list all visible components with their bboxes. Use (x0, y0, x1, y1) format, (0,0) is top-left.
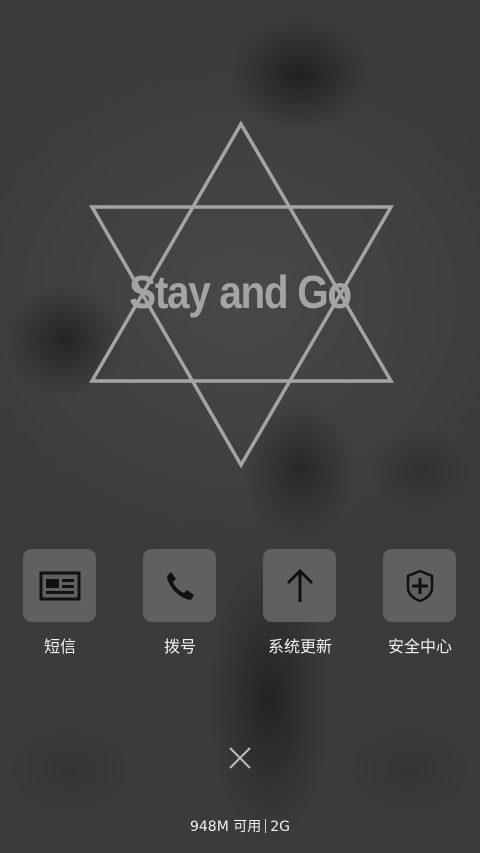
quick-action-dialer[interactable]: 拨号 (120, 549, 240, 659)
memory-available: 948M 可用 (189, 819, 262, 835)
wallpaper-logo: Stay and Go (80, 115, 400, 475)
network-type: 2G (270, 819, 291, 835)
quick-action-label: 短信 (43, 637, 76, 656)
quick-action-tile[interactable] (23, 549, 96, 622)
quick-actions: 短信 拨号 系统更新 安全中心 (0, 549, 480, 659)
arrow-up-icon (286, 568, 313, 602)
quick-action-label: 系统更新 (267, 637, 332, 656)
quick-action-security-center[interactable]: 安全中心 (360, 549, 480, 659)
memory-status: 948M 可用 2G (0, 816, 480, 836)
shield-plus-icon (406, 569, 433, 602)
close-icon (229, 747, 251, 769)
phone-icon (166, 571, 194, 600)
quick-action-tile[interactable] (263, 549, 336, 622)
quick-action-tile[interactable] (383, 549, 456, 622)
quick-action-label: 拨号 (163, 637, 196, 656)
quick-action-system-update[interactable]: 系统更新 (240, 549, 360, 659)
quick-action-tile[interactable] (143, 549, 216, 622)
quick-action-messages[interactable]: 短信 (0, 549, 120, 659)
quick-action-label: 安全中心 (387, 637, 452, 656)
close-button[interactable] (222, 740, 258, 776)
wallpaper-logo-text: Stay and Go (129, 266, 352, 318)
message-icon (39, 571, 80, 600)
wallpaper: Stay and Go (0, 0, 480, 853)
status-divider (265, 819, 267, 833)
